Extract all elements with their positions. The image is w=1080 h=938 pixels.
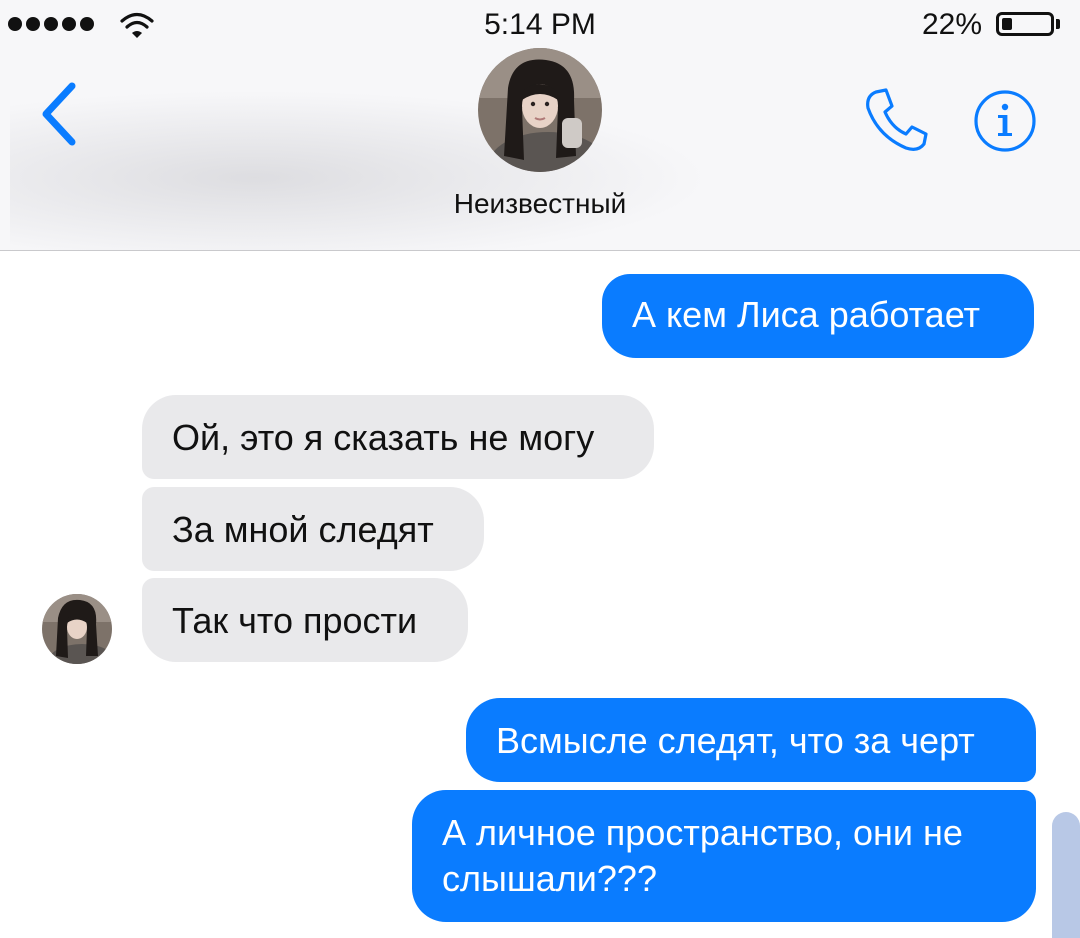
info-icon xyxy=(974,90,1036,152)
message-bubble-incoming[interactable]: За мной следят xyxy=(142,487,484,571)
call-button[interactable] xyxy=(862,86,930,154)
phone-icon xyxy=(866,88,928,151)
scrollbar[interactable] xyxy=(1052,812,1080,938)
status-bar: 5:14 PM 22% xyxy=(0,0,1080,50)
contact-avatar[interactable] xyxy=(478,48,602,172)
message-bubble-outgoing[interactable]: А личное пространство, они не слышали??? xyxy=(412,790,1036,922)
message-bubble-incoming[interactable]: Ой, это я сказать не могу xyxy=(142,395,654,479)
conversation-header: 5:14 PM 22% Неизвестный xyxy=(0,0,1080,251)
sender-avatar[interactable] xyxy=(42,594,112,664)
header-background-blur xyxy=(10,90,710,250)
info-button[interactable] xyxy=(972,88,1038,154)
battery-percentage: 22% xyxy=(921,8,982,41)
messages-screen: 5:14 PM 22% Неизвестный А кем Лиса работ… xyxy=(0,0,1080,938)
battery-icon xyxy=(996,12,1054,36)
status-time: 5:14 PM xyxy=(484,8,596,41)
battery-level-fill xyxy=(1002,18,1012,30)
contact-name[interactable]: Неизвестный xyxy=(0,188,1080,220)
message-bubble-incoming[interactable]: Так что прости xyxy=(142,578,468,662)
message-bubble-outgoing[interactable]: А кем Лиса работает xyxy=(602,274,1034,358)
message-bubble-outgoing[interactable]: Всмысле следят, что за черт xyxy=(466,698,1036,782)
battery-cap xyxy=(1056,19,1060,29)
chevron-left-icon xyxy=(42,82,76,146)
back-button[interactable] xyxy=(30,78,90,150)
